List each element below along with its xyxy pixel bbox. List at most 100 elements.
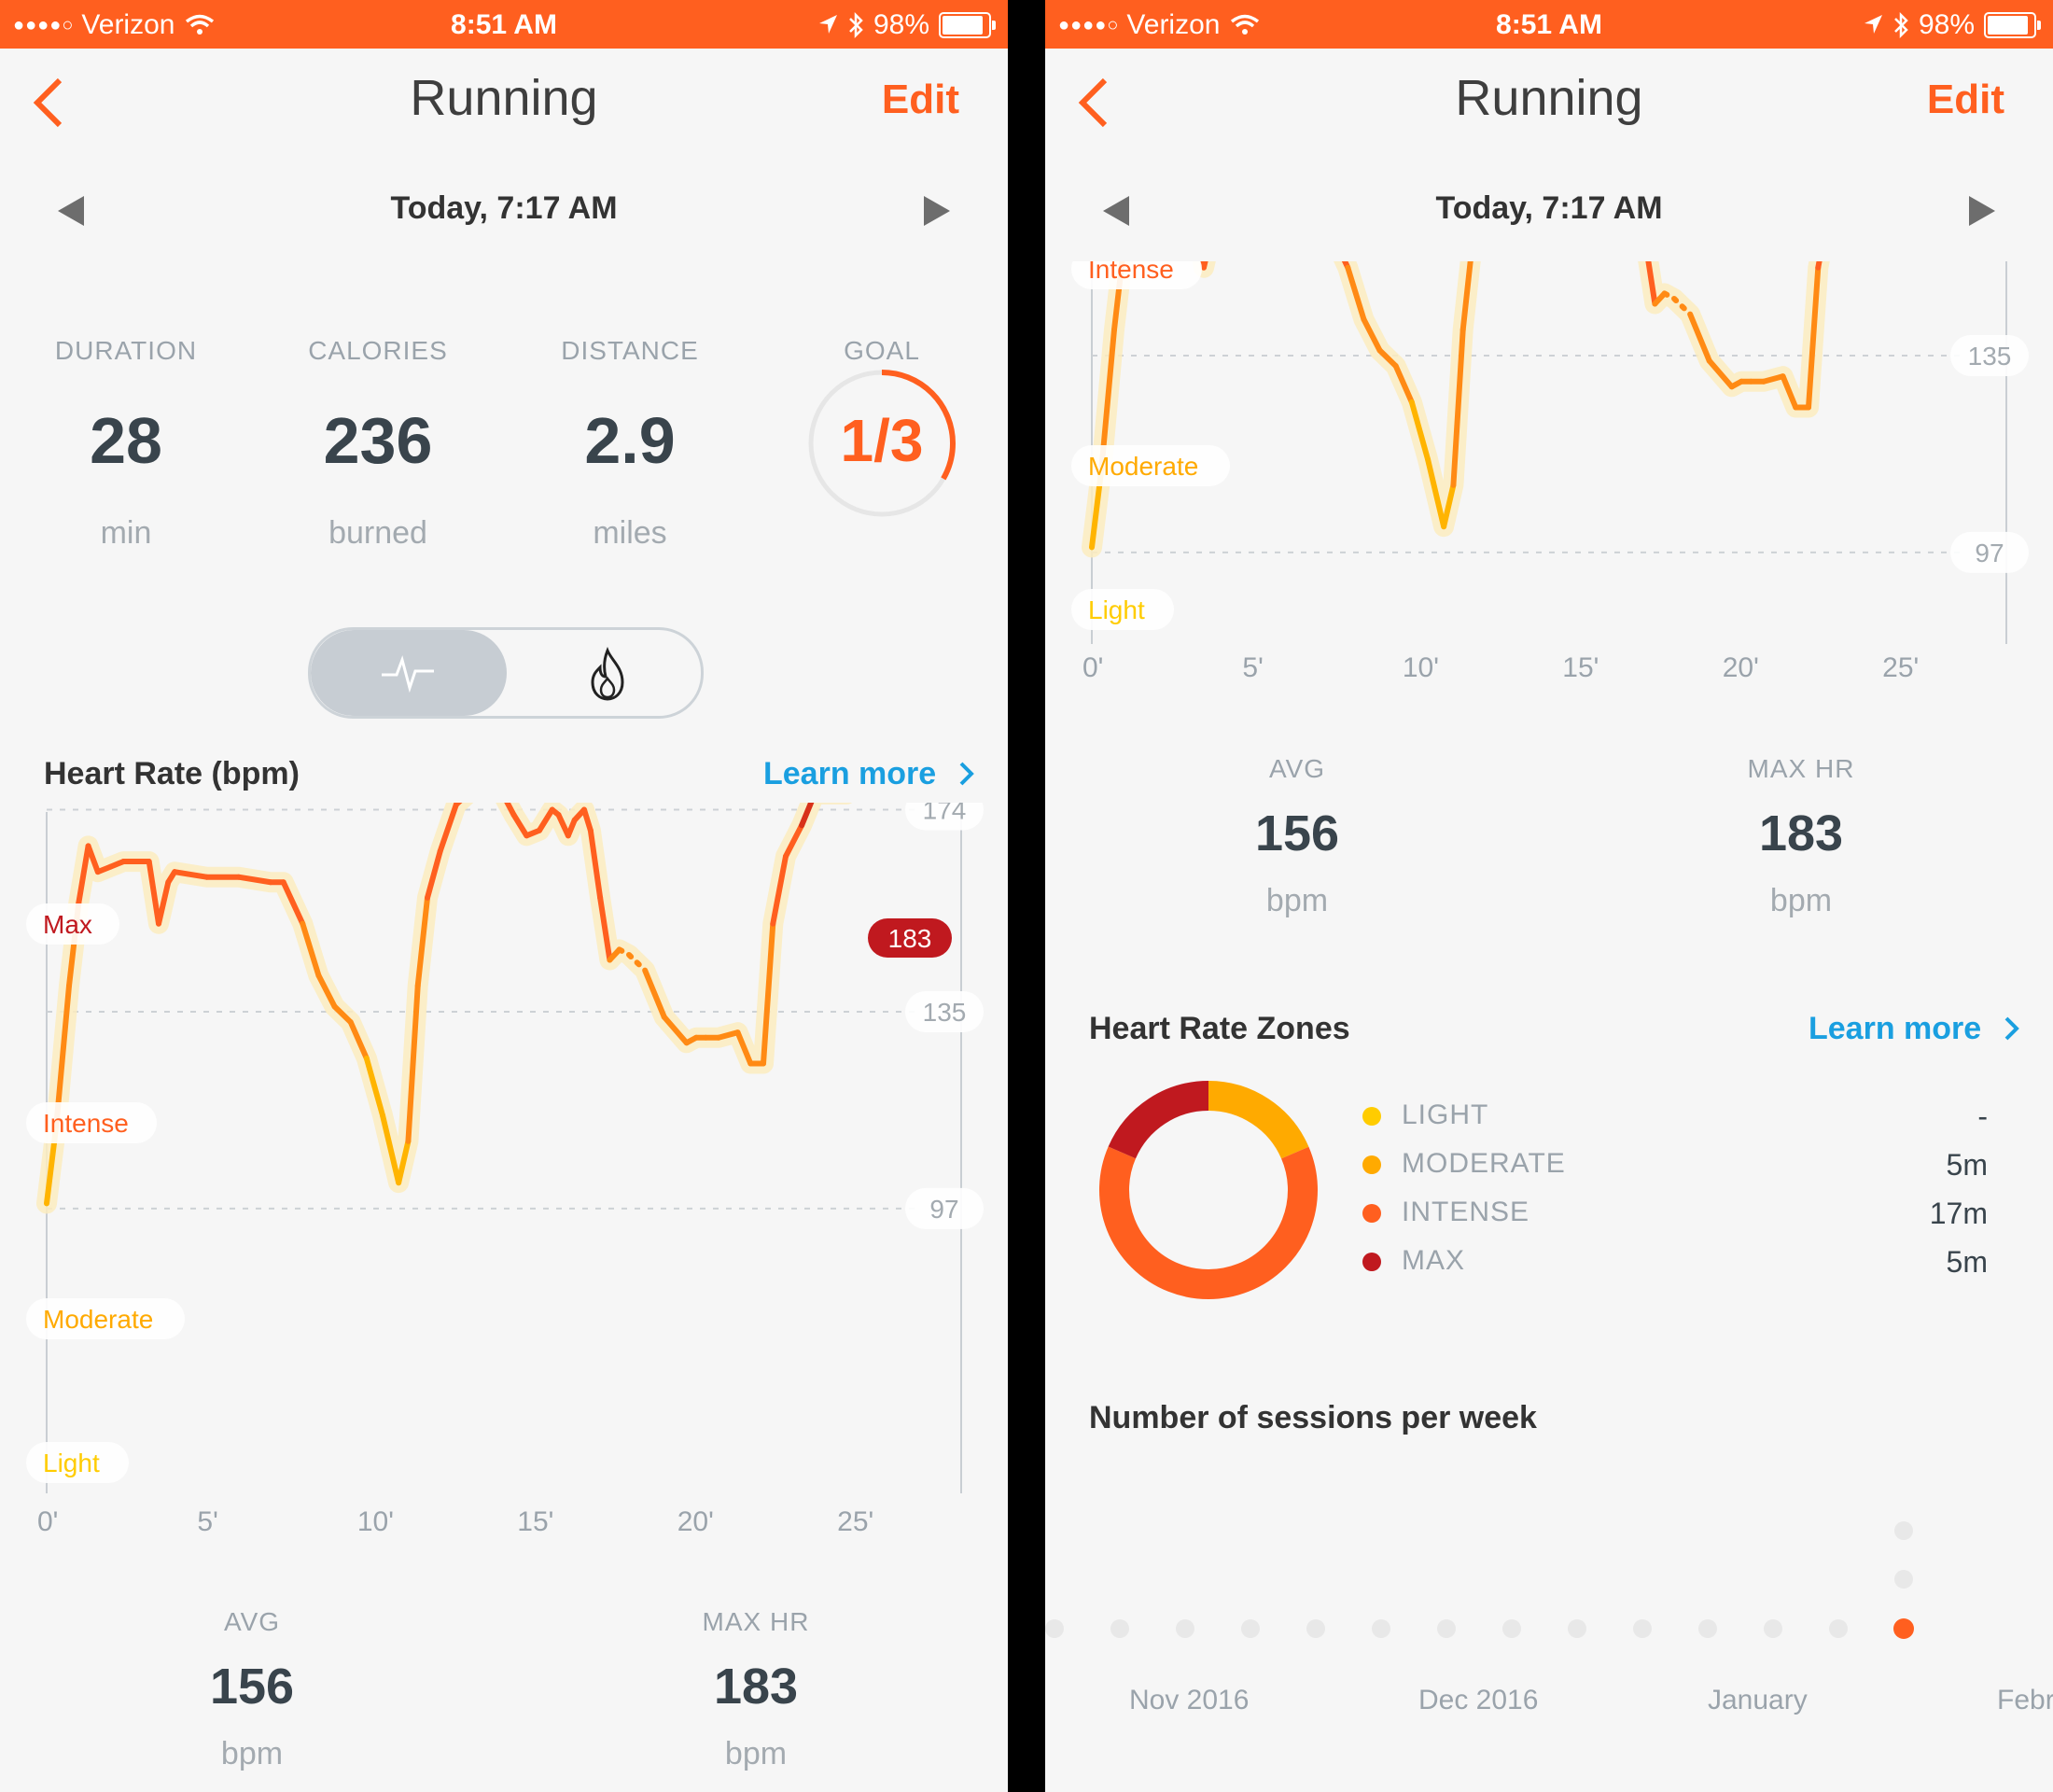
goal-value: 1/3 xyxy=(841,407,924,474)
page-title: Running xyxy=(1455,70,1643,126)
zone-color-dot xyxy=(1362,1253,1381,1271)
stat-unit: miles xyxy=(593,515,667,551)
page-title: Running xyxy=(410,70,598,126)
date-next-icon[interactable] xyxy=(920,192,954,230)
status-right: 98% xyxy=(1863,9,2041,41)
max-badge-text: 183 xyxy=(888,924,932,953)
week-dot xyxy=(1045,1619,1064,1638)
heart-rate-title: Heart Rate (bpm) xyxy=(44,756,300,791)
zone-row-max: MAX 5m xyxy=(1362,1245,1988,1282)
max-value: 183 xyxy=(1758,805,1844,861)
zone-label: Intense xyxy=(26,1102,157,1143)
zone-duration: 5m xyxy=(1946,1245,1988,1279)
week-dot xyxy=(1176,1619,1194,1638)
stat-value: 236 xyxy=(323,404,433,477)
avg-unit: bpm xyxy=(220,1736,284,1771)
edit-button[interactable]: Edit xyxy=(882,77,959,123)
zone-label: Light xyxy=(1071,589,1174,630)
session-date: Today, 7:17 AM xyxy=(1435,190,1663,226)
zone-label-text: Moderate xyxy=(1088,452,1198,481)
zone-duration: 17m xyxy=(1929,1197,1988,1230)
week-session-dot xyxy=(1893,1618,1914,1639)
max-heart-rate: MAX HR 183 bpm xyxy=(616,1607,896,1772)
x-tick-label: 10' xyxy=(357,1506,394,1537)
x-tick-label: 20' xyxy=(677,1506,714,1537)
zone-label: Intense xyxy=(1071,261,1202,289)
zone-label-text: Light xyxy=(1088,595,1145,624)
x-tick-label: 10' xyxy=(1403,652,1439,681)
status-bar: ●●●●○ Verizon 8:51 AM 98% xyxy=(1045,0,2053,49)
week-dot xyxy=(1502,1619,1521,1638)
battery-icon xyxy=(1984,12,2041,38)
zone-color-dot xyxy=(1362,1204,1381,1223)
edit-button[interactable]: Edit xyxy=(1927,77,2004,123)
chart-mode-toggle[interactable] xyxy=(308,627,704,719)
session-date: Today, 7:17 AM xyxy=(390,190,618,226)
date-next-icon[interactable] xyxy=(1965,192,1999,230)
max-value: 183 xyxy=(713,1659,799,1715)
flame-icon[interactable] xyxy=(583,647,632,703)
zone-label-text: Intense xyxy=(1088,261,1174,284)
sessions-per-week-chart xyxy=(1045,1521,1914,1639)
week-dot xyxy=(1437,1619,1456,1638)
zone-row-intense: INTENSE 17m xyxy=(1362,1197,1988,1234)
max-label: MAX HR xyxy=(702,1607,810,1636)
goal-ring: 1/3 xyxy=(808,370,956,517)
x-tick-label: 25' xyxy=(837,1506,873,1537)
chart-grid xyxy=(1091,261,2007,644)
zone-label: Moderate xyxy=(1071,445,1230,486)
avg-value: 156 xyxy=(1254,805,1340,861)
y-tick-label-text: 135 xyxy=(1968,342,2012,371)
max-unit: bpm xyxy=(724,1736,788,1771)
x-tick-label: 0' xyxy=(1082,652,1103,681)
max-heart-rate: MAX HR 183 bpm xyxy=(1661,754,1941,919)
date-navigator: Today, 7:17 AM xyxy=(1045,177,2053,243)
stat-unit: min xyxy=(100,515,152,551)
stat-label: DURATION xyxy=(54,336,198,365)
zone-label-text: Intense xyxy=(43,1109,129,1138)
learn-more-label: Learn more xyxy=(763,756,937,791)
heart-rate-learn-more-link[interactable]: Learn more xyxy=(763,756,977,792)
avg-heart-rate: AVG 156 bpm xyxy=(112,1607,392,1772)
zone-color-dot xyxy=(1362,1155,1381,1174)
y-tick-label-text: 174 xyxy=(923,803,967,825)
avg-value: 156 xyxy=(209,1659,295,1715)
zones-learn-more-link[interactable]: Learn more xyxy=(1809,1011,2022,1047)
battery-fill xyxy=(1988,16,2029,35)
week-dot xyxy=(1110,1619,1129,1638)
week-dot xyxy=(1306,1619,1325,1638)
y-tick-label: 135 xyxy=(1950,335,2029,376)
zone-name: INTENSE xyxy=(1402,1197,1530,1227)
x-tick-label: 0' xyxy=(37,1506,58,1537)
nav-bar: Running Edit xyxy=(1045,49,2053,151)
x-tick-label: 15' xyxy=(1562,652,1599,681)
sessions-title: Number of sessions per week xyxy=(1089,1400,1537,1435)
stat-value: 28 xyxy=(90,404,162,477)
week-dot xyxy=(1894,1521,1913,1540)
zone-label-text: Light xyxy=(43,1449,100,1477)
battery-percent: 98% xyxy=(1918,9,1975,40)
zone-label-text: Max xyxy=(43,910,92,939)
max-label: MAX HR xyxy=(1747,754,1855,783)
max-value-badge: 183 xyxy=(868,918,952,958)
phone-screen-right: ●●●●○ Verizon 8:51 AM 98% Running Edit T… xyxy=(1045,0,2053,1792)
week-dot xyxy=(1241,1619,1260,1638)
zones-donut-chart xyxy=(1099,1081,1318,1299)
learn-more-label: Learn more xyxy=(1809,1011,1982,1046)
location-icon xyxy=(818,15,837,34)
date-navigator: Today, 7:17 AM xyxy=(0,177,1008,243)
y-tick-label: 135 xyxy=(905,991,984,1032)
zone-duration: 5m xyxy=(1946,1148,1988,1182)
week-dot xyxy=(1372,1619,1390,1638)
chart-projection-band xyxy=(1082,261,1830,558)
goal: GOAL xyxy=(770,336,994,366)
y-tick-label-text: 135 xyxy=(923,998,967,1027)
week-dot xyxy=(1633,1619,1652,1638)
phone-screen-left: ●●●●○ Verizon 8:51 AM 98% Running Edit T… xyxy=(0,0,1008,1792)
zone-row-light: LIGHT - xyxy=(1362,1099,1988,1137)
y-tick-label-text: 97 xyxy=(1975,539,2004,567)
bluetooth-icon xyxy=(1894,11,1908,39)
x-tick-label: 15' xyxy=(517,1506,553,1537)
week-dot xyxy=(1894,1570,1913,1589)
battery-percent: 98% xyxy=(873,9,929,40)
